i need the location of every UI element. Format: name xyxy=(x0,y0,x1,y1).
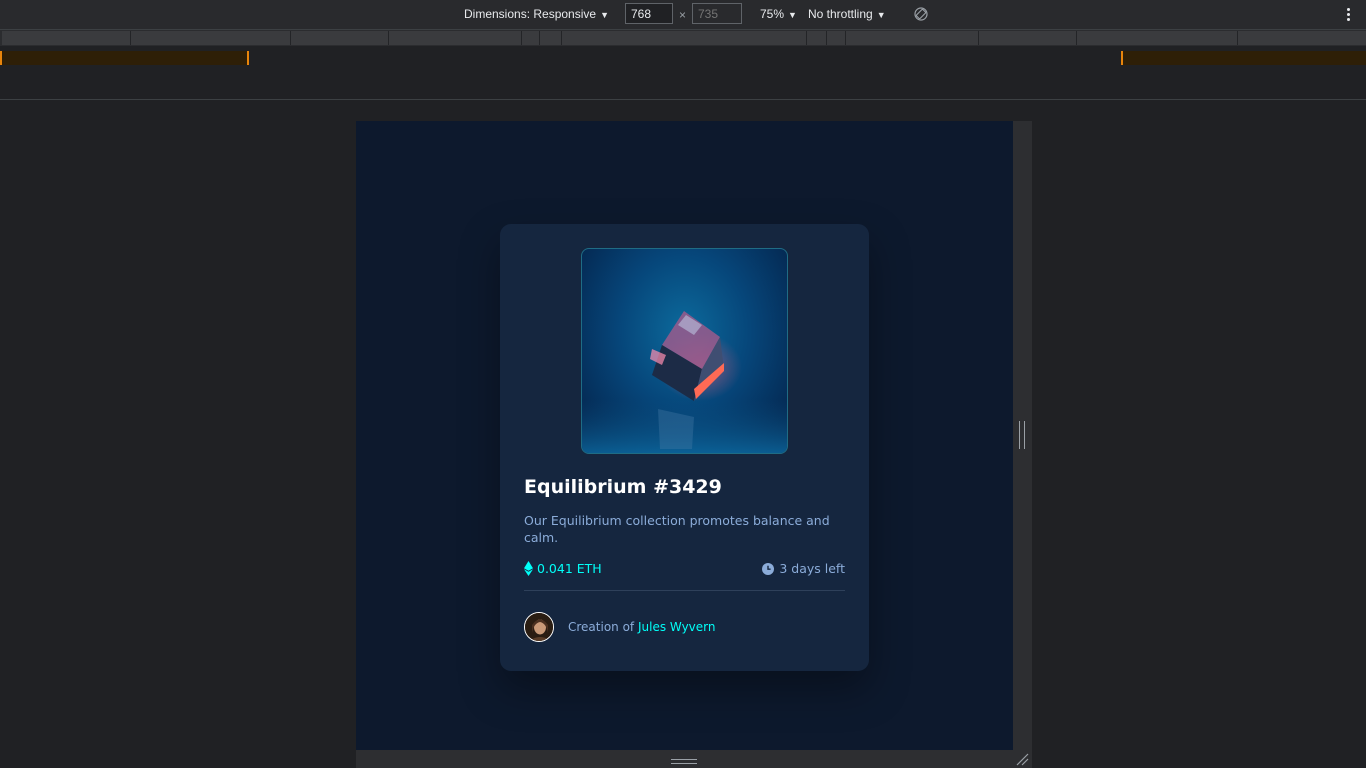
clock-icon xyxy=(762,562,775,575)
time-left-value: 3 days left xyxy=(779,561,845,576)
corner-resize-icon[interactable] xyxy=(1015,752,1029,766)
card-divider xyxy=(524,590,845,591)
bottom-resize-grip[interactable] xyxy=(671,759,697,764)
avatar xyxy=(524,612,554,642)
dimensions-label: Dimensions: Responsive xyxy=(464,7,597,21)
rotate-icon[interactable] xyxy=(914,7,928,21)
price-value: 0.041 ETH xyxy=(537,561,602,576)
creation-credit: Creation of Jules Wyvern xyxy=(568,620,715,634)
zoom-label: 75% xyxy=(760,7,785,21)
height-input[interactable] xyxy=(692,3,742,24)
caret-down-icon: ▼ xyxy=(788,10,797,20)
zoom-dropdown[interactable]: 75% ▼ xyxy=(760,0,797,29)
more-options-icon[interactable] xyxy=(1343,6,1353,24)
breakpoint-left[interactable] xyxy=(0,51,249,65)
width-input[interactable] xyxy=(625,3,673,24)
media-query-bar[interactable] xyxy=(0,30,1366,46)
creation-prefix: Creation of xyxy=(568,620,635,634)
times-symbol: × xyxy=(679,8,687,22)
toolbar-divider xyxy=(0,99,1366,100)
nft-time-left: 3 days left xyxy=(762,561,845,576)
ethereum-icon xyxy=(524,561,533,576)
nft-description: Our Equilibrium collection promotes bala… xyxy=(524,513,830,545)
caret-down-icon: ▼ xyxy=(600,10,609,20)
right-resize-grip[interactable] xyxy=(1019,421,1025,449)
cube-illustration xyxy=(582,311,787,453)
dimensions-dropdown[interactable]: Dimensions: Responsive ▼ xyxy=(464,0,609,29)
nft-artwork[interactable] xyxy=(581,248,788,454)
throttling-dropdown[interactable]: No throttling ▼ xyxy=(808,0,886,29)
nft-title[interactable]: Equilibrium #3429 xyxy=(524,476,722,498)
nft-price: 0.041 ETH xyxy=(524,561,602,576)
emulated-viewport: Equilibrium #3429 Our Equilibrium collec… xyxy=(356,121,1013,750)
throttling-label: No throttling xyxy=(808,7,873,21)
creator-link[interactable]: Jules Wyvern xyxy=(638,620,716,634)
nft-card: Equilibrium #3429 Our Equilibrium collec… xyxy=(500,224,869,671)
breakpoint-right[interactable] xyxy=(1121,51,1366,65)
caret-down-icon: ▼ xyxy=(876,10,886,20)
device-toolbar: Dimensions: Responsive▼ × 75%▼ No thrott… xyxy=(0,0,1366,30)
